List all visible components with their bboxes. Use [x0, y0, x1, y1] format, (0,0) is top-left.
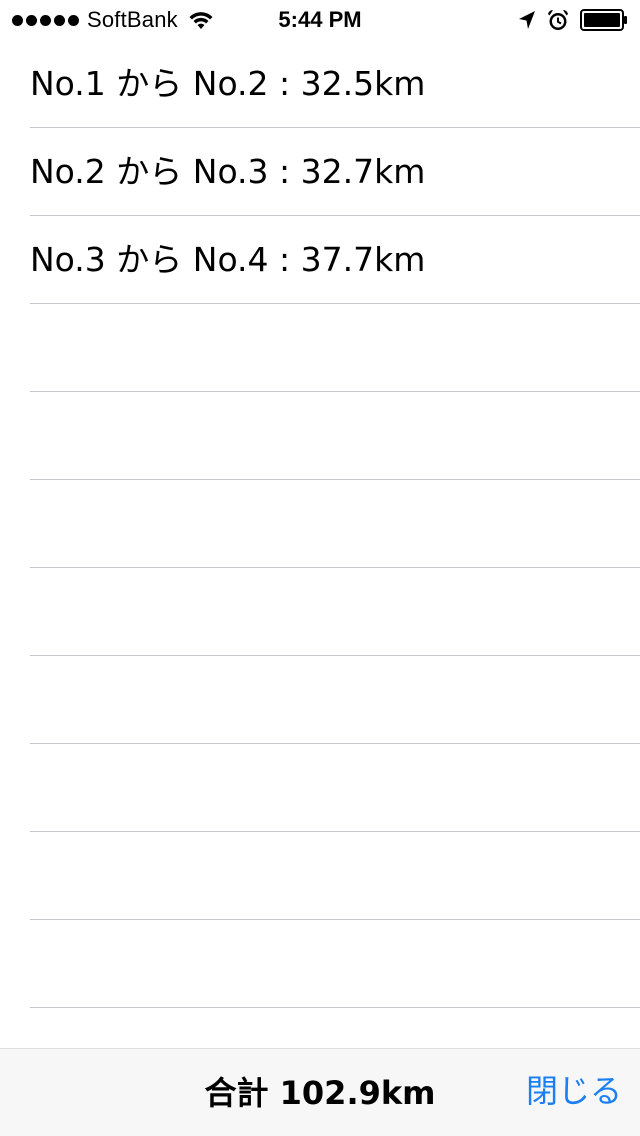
- alarm-clock-icon: [546, 8, 570, 32]
- battery-icon: [580, 9, 628, 31]
- list-item: [30, 920, 640, 1008]
- list-item: [30, 304, 640, 392]
- segment-label: No.2 から No.3 : 32.7km: [30, 152, 426, 191]
- distance-list: No.1 から No.2 : 32.5km No.2 から No.3 : 32.…: [0, 40, 640, 1048]
- bottom-toolbar: 合計 102.9km 閉じる: [0, 1048, 640, 1136]
- list-item[interactable]: No.3 から No.4 : 37.7km: [30, 216, 640, 304]
- close-button[interactable]: 閉じる: [526, 1071, 622, 1111]
- list-item: [30, 832, 640, 920]
- status-bar: SoftBank 5:44 PM: [0, 0, 640, 40]
- list-item: [30, 568, 640, 656]
- list-item[interactable]: No.1 から No.2 : 32.5km: [30, 40, 640, 128]
- status-right: [518, 7, 628, 33]
- list-item: [30, 392, 640, 480]
- list-item: [30, 480, 640, 568]
- list-item[interactable]: No.2 から No.3 : 32.7km: [30, 128, 640, 216]
- location-arrow-icon: [518, 10, 536, 30]
- list-item: [30, 744, 640, 832]
- list-item: [30, 656, 640, 744]
- segment-label: No.1 から No.2 : 32.5km: [30, 64, 426, 103]
- segment-label: No.3 から No.4 : 37.7km: [30, 240, 426, 279]
